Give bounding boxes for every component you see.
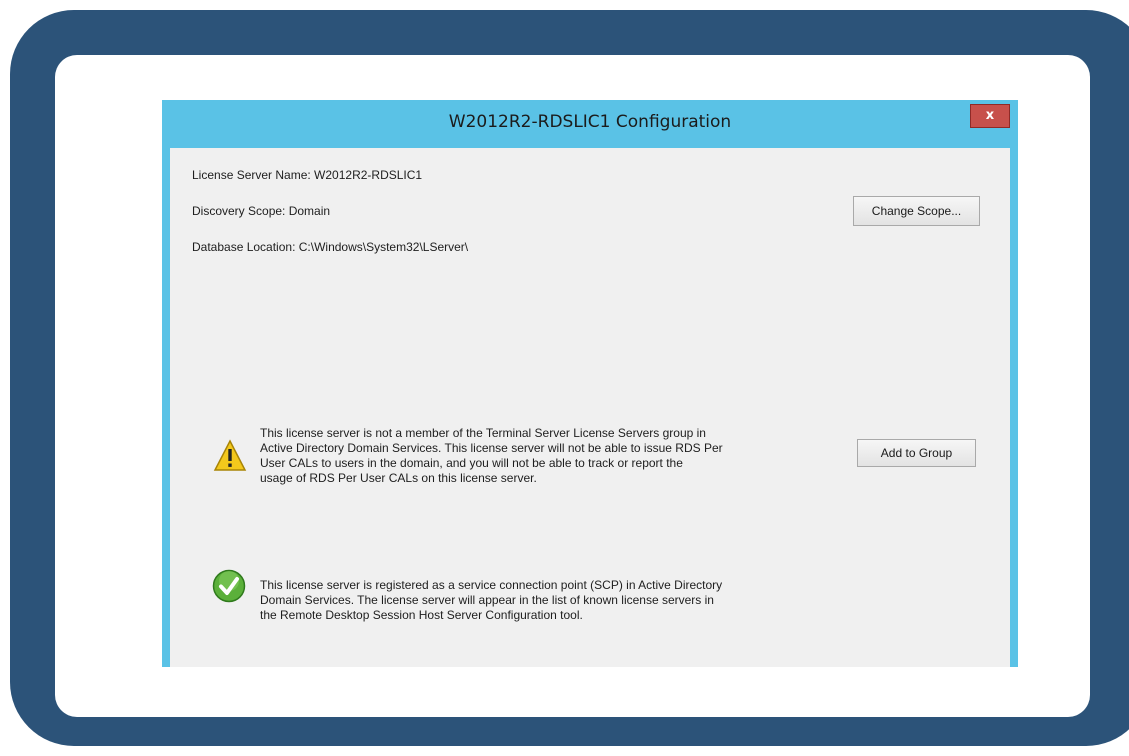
discovery-scope-label: Discovery Scope: Domain [192, 204, 331, 218]
success-message: This license server is registered as a s… [260, 578, 722, 623]
warning-message: This license server is not a member of t… [260, 426, 723, 486]
warning-line: Active Directory Domain Services. This l… [260, 441, 723, 455]
warning-line: User CALs to users in the domain, and yo… [260, 456, 683, 470]
database-location-label: Database Location: C:\Windows\System32\L… [192, 240, 469, 254]
success-line: the Remote Desktop Session Host Server C… [260, 608, 583, 622]
configuration-window: W2012R2-RDSLIC1 Configuration x License … [162, 100, 1018, 667]
close-icon: x [985, 108, 995, 123]
window-title: W2012R2-RDSLIC1 Configuration [448, 112, 732, 132]
warning-line: usage of RDS Per User CALs on this licen… [260, 471, 537, 485]
change-scope-button[interactable]: Change Scope... [853, 196, 980, 226]
warning-line: This license server is not a member of t… [260, 426, 706, 440]
server-name-label: License Server Name: W2012R2-RDSLIC1 [192, 168, 423, 182]
add-to-group-button[interactable]: Add to Group [857, 439, 976, 467]
success-line: Domain Services. The license server will… [260, 593, 714, 607]
success-line: This license server is registered as a s… [260, 578, 723, 592]
warning-icon [213, 439, 247, 471]
dialog-body: License Server Name: W2012R2-RDSLIC1 Dis… [170, 148, 1010, 667]
close-button[interactable]: x [970, 104, 1010, 128]
check-icon [212, 569, 246, 603]
title-bar[interactable]: W2012R2-RDSLIC1 Configuration x [162, 100, 1018, 148]
